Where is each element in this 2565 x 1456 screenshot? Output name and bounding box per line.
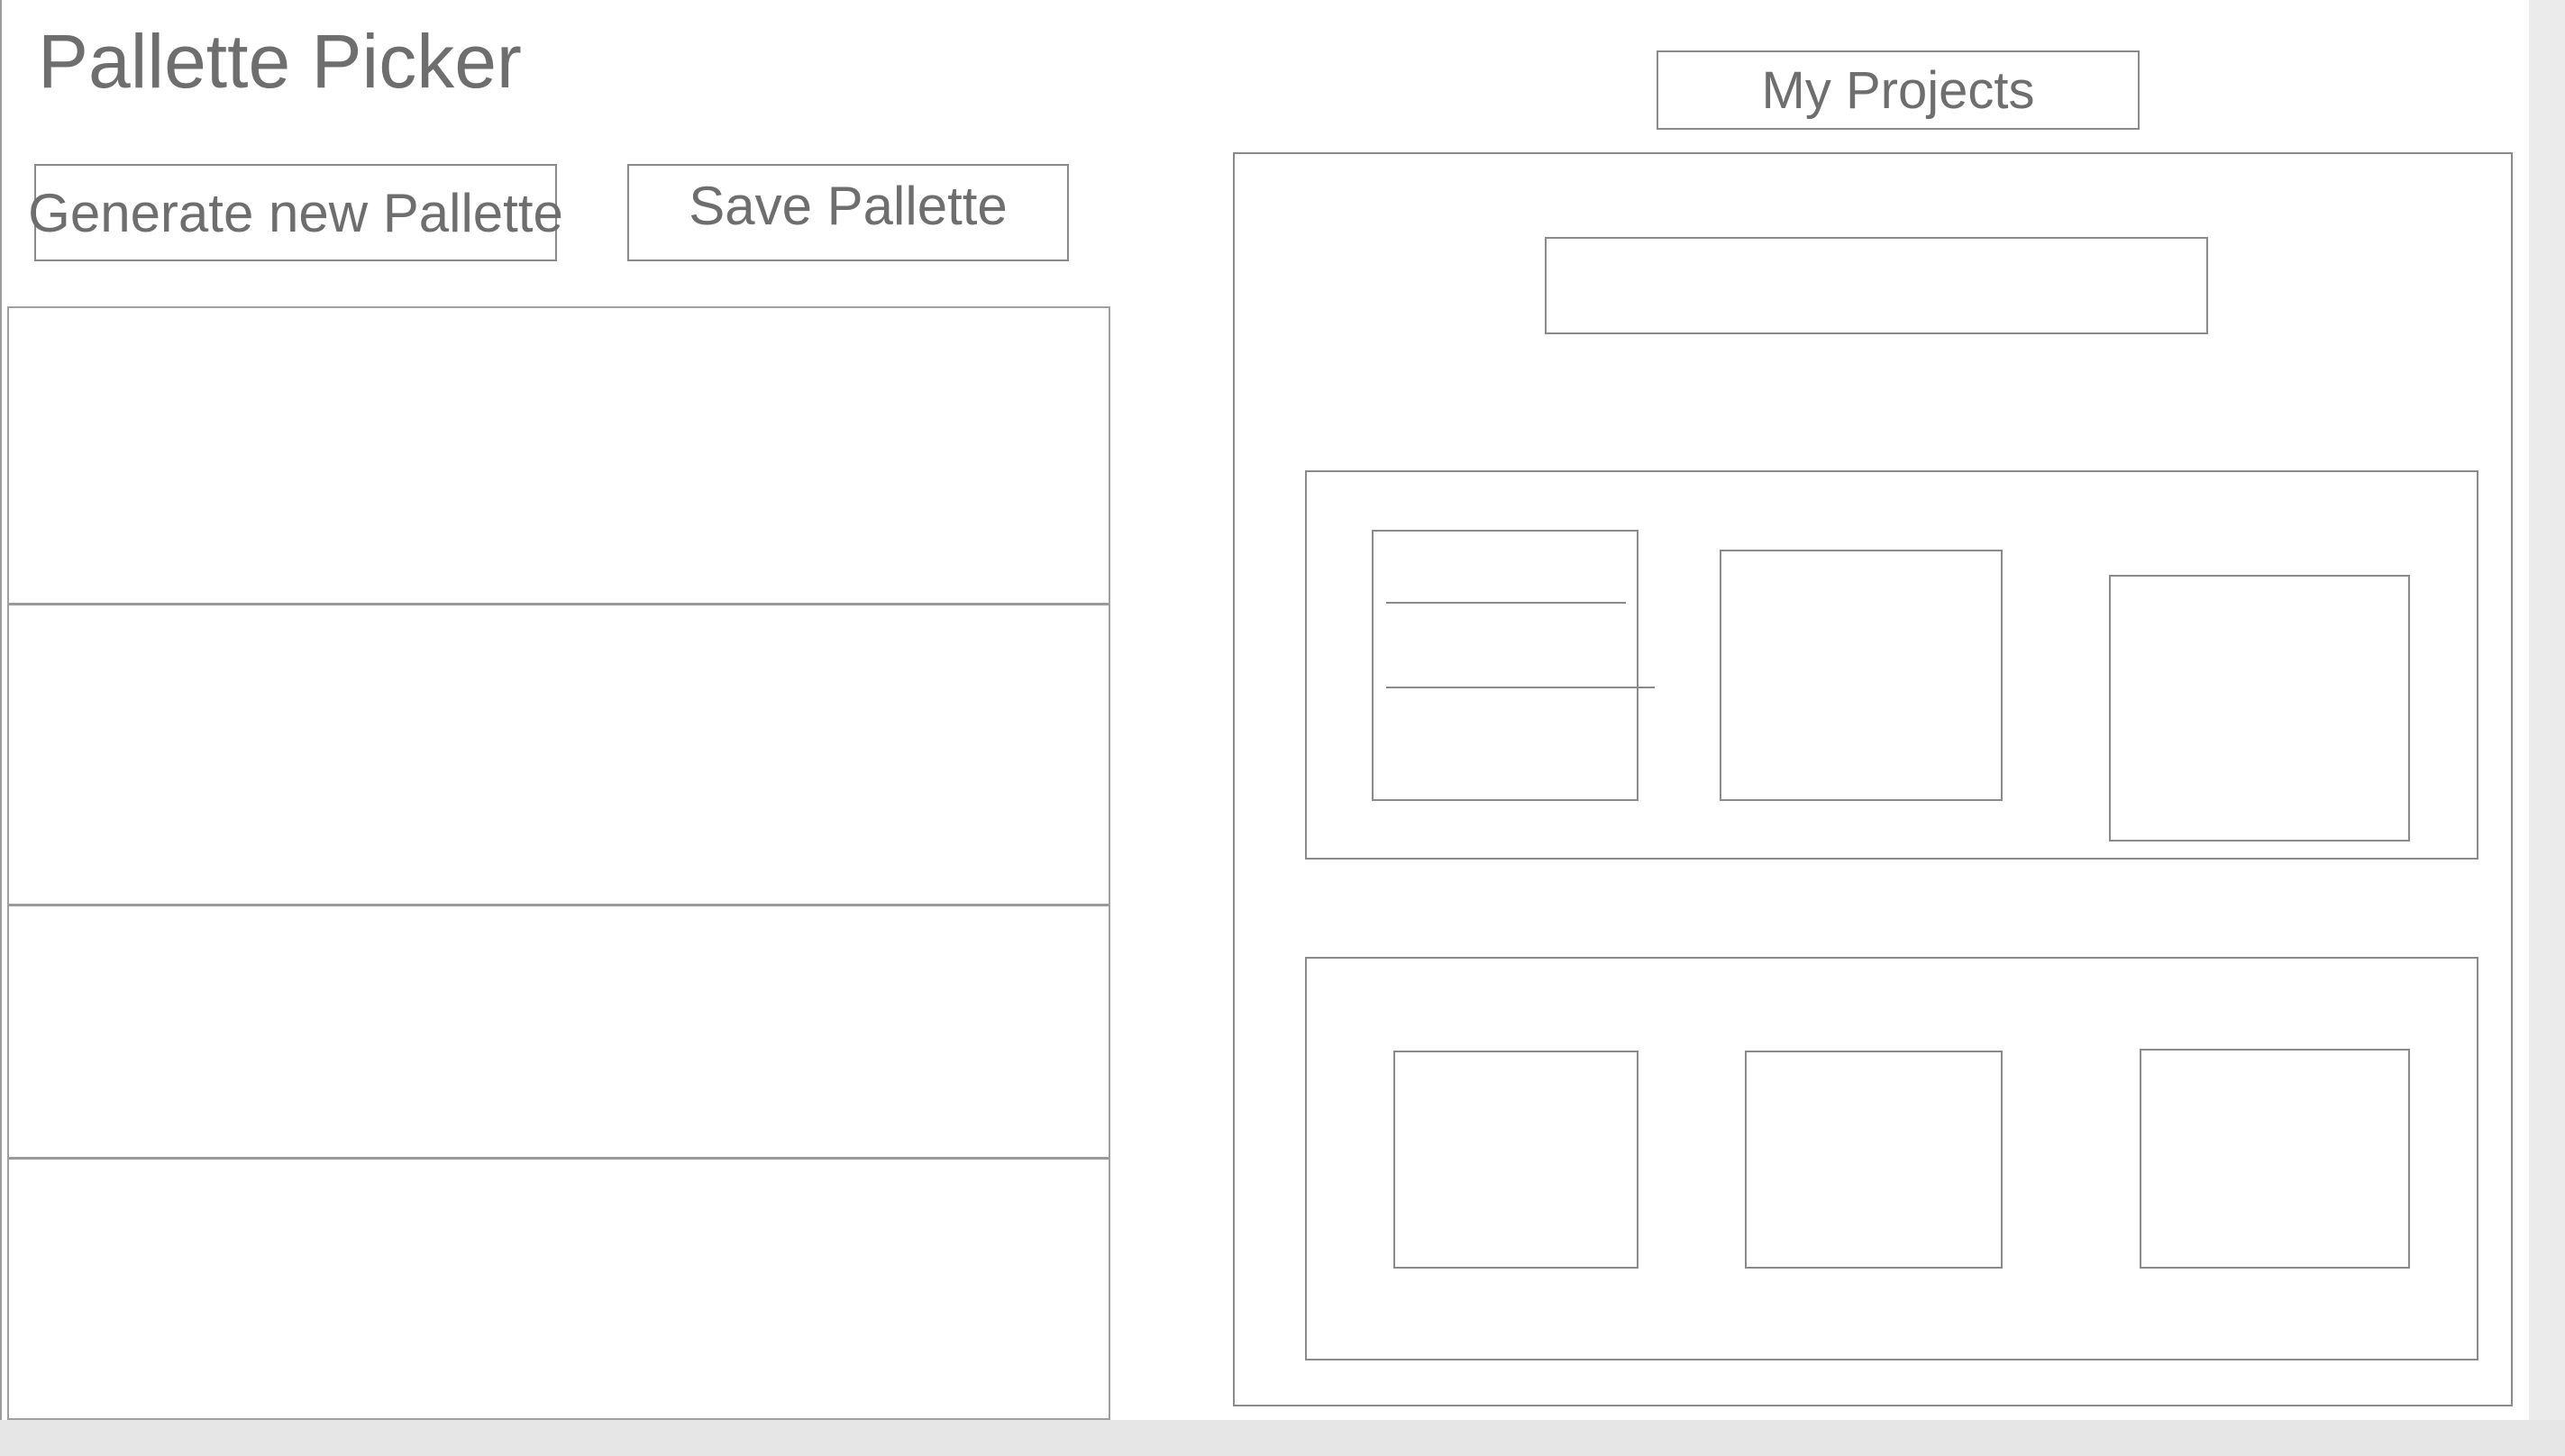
project-card-2[interactable] [1305, 957, 2478, 1360]
project-card-1[interactable] [1305, 470, 2478, 860]
window-right-edge [2529, 0, 2565, 1420]
palette-swatch-list [7, 306, 1110, 1420]
thumbnail-line [1386, 687, 1655, 688]
my-projects-button[interactable]: My Projects [1657, 50, 2140, 130]
palette-swatch-4[interactable] [9, 1157, 1109, 1418]
palette-swatch-3[interactable] [9, 904, 1109, 1157]
thumbnail-line [1386, 602, 1626, 604]
save-palette-button[interactable]: Save Pallette [627, 164, 1069, 261]
generate-palette-button[interactable]: Generate new Pallette [28, 164, 563, 261]
palette-thumbnail[interactable] [2109, 575, 2410, 842]
palette-swatch-2[interactable] [9, 603, 1109, 904]
page-title: Pallette Picker [38, 19, 522, 104]
palette-thumbnail[interactable] [1372, 530, 1655, 801]
palette-thumbnail[interactable] [1745, 1051, 2003, 1269]
window-bottom-edge [0, 1420, 2565, 1456]
projects-panel [1233, 152, 2513, 1406]
project-name-input[interactable] [1545, 237, 2208, 334]
palette-thumbnail[interactable] [1720, 550, 2003, 801]
palette-thumbnail[interactable] [1393, 1051, 1638, 1269]
palette-thumbnail[interactable] [2140, 1049, 2410, 1269]
palette-swatch-1[interactable] [9, 308, 1109, 603]
wireframe-canvas: Pallette Picker Generate new Pallette Sa… [0, 0, 2529, 1420]
